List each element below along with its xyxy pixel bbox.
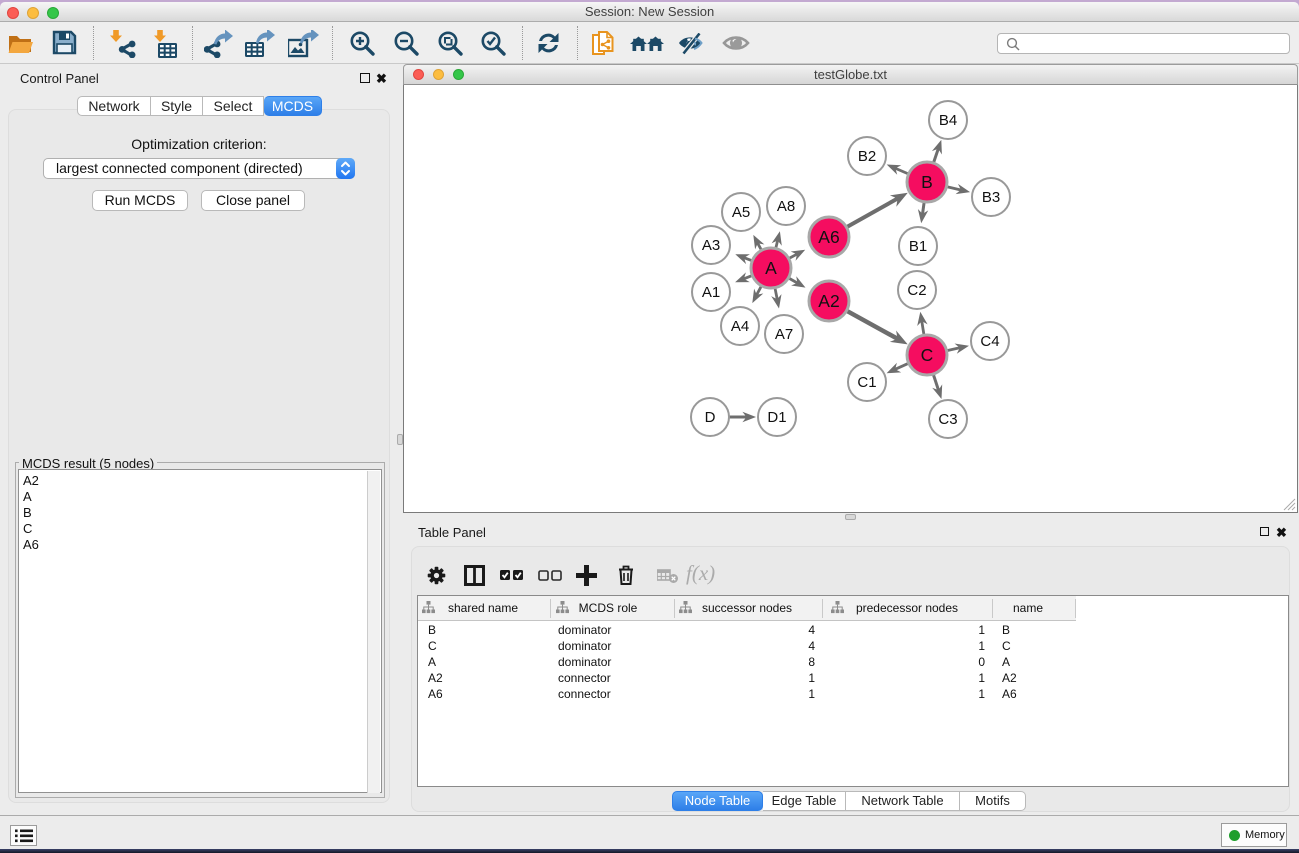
svg-text:A2: A2 xyxy=(818,291,839,311)
svg-text:C1: C1 xyxy=(857,374,876,391)
svg-text:A3: A3 xyxy=(702,237,720,254)
svg-text:A: A xyxy=(765,258,777,278)
svg-text:A6: A6 xyxy=(818,227,839,247)
svg-text:C2: C2 xyxy=(907,282,926,299)
svg-text:A5: A5 xyxy=(732,204,750,221)
svg-text:A8: A8 xyxy=(777,198,795,215)
svg-text:B: B xyxy=(921,172,933,192)
svg-text:A4: A4 xyxy=(731,318,749,335)
svg-text:C: C xyxy=(921,345,934,365)
svg-text:C3: C3 xyxy=(938,411,957,428)
svg-text:B4: B4 xyxy=(939,112,957,129)
svg-text:B1: B1 xyxy=(909,238,927,255)
svg-text:D: D xyxy=(705,409,716,426)
svg-text:A1: A1 xyxy=(702,284,720,301)
svg-text:B2: B2 xyxy=(858,148,876,165)
svg-text:C4: C4 xyxy=(980,333,999,350)
svg-text:A7: A7 xyxy=(775,326,793,343)
svg-text:D1: D1 xyxy=(767,409,786,426)
svg-text:B3: B3 xyxy=(982,189,1000,206)
